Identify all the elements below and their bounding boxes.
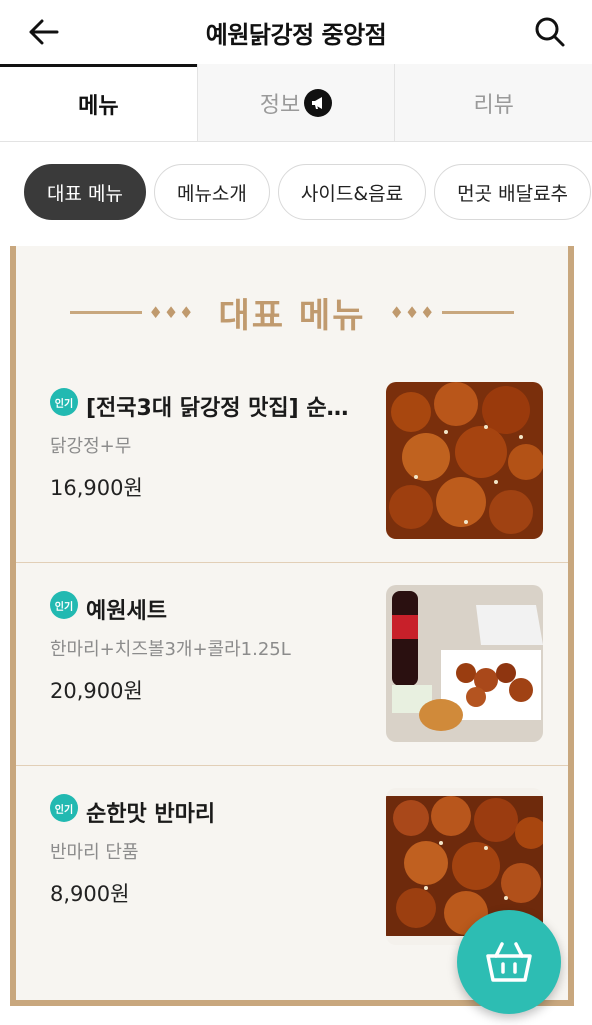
tab-menu[interactable]: 메뉴 [0,64,197,141]
section-header: ♦♦♦ 대표 메뉴 ♦♦♦ [16,290,568,336]
app-header: 예원닭강정 중앙점 [0,0,592,64]
menu-item-price: 8,900원 [50,882,130,906]
search-icon [535,17,565,47]
menu-item-name: [전국3대 닭강정 맛집] 순… [86,396,349,421]
menu-item-description: 닭강정+무 [50,436,132,457]
tab-menu-label: 메뉴 [78,94,119,119]
page-title: 예원닭강정 중앙점 [205,20,387,49]
tab-bar: 메뉴 정보 리뷰 [0,64,592,142]
popular-badge: 인기 [50,388,78,416]
tab-info[interactable]: 정보 [196,64,395,141]
chip-signature-menu[interactable]: 대표 메뉴 [24,164,146,220]
search-button[interactable] [530,12,570,52]
arrow-left-icon [29,19,59,45]
chip-side-drinks[interactable]: 사이드&음료 [277,164,427,220]
menu-item-name: 예원세트 [86,599,167,624]
chip-menu-intro[interactable]: 메뉴소개 [153,164,270,220]
back-button[interactable] [24,12,64,52]
left-ornament: ♦♦♦ [70,303,200,322]
right-ornament: ♦♦♦ [383,303,514,322]
category-chips: 대표 메뉴 메뉴소개 사이드&음료 먼곳 배달료추 [0,164,592,224]
menu-item[interactable]: 인기 [전국3대 닭강정 맛집] 순… 닭강정+무 16,900원 [16,360,568,563]
section-title: 대표 메뉴 [218,295,366,336]
megaphone-icon [304,88,333,117]
menu-item-name: 순한맛 반마리 [86,802,216,827]
chip-distant-delivery[interactable]: 먼곳 배달료추 [434,164,592,220]
menu-item-photo [386,382,543,539]
menu-item-price: 20,900원 [50,679,143,703]
menu-item-photo [386,585,543,742]
popular-badge: 인기 [50,794,78,822]
menu-item-price: 16,900원 [50,476,143,500]
tab-info-label: 정보 [259,92,301,118]
popular-badge: 인기 [50,591,78,619]
cart-button[interactable] [457,910,561,1014]
menu-board: ♦♦♦ 대표 메뉴 ♦♦♦ 인기 [전국3대 닭강정 맛집] 순… 닭강정+무 … [10,246,574,1006]
tab-review-label: 리뷰 [473,92,514,118]
menu-item-description: 반마리 단품 [50,842,139,863]
tab-review[interactable]: 리뷰 [394,64,592,141]
menu-item-description: 한마리+치즈볼3개+콜라1.25L [50,639,291,660]
menu-item[interactable]: 인기 예원세트 한마리+치즈볼3개+콜라1.25L 20,900원 [16,563,568,766]
basket-icon [486,942,532,982]
